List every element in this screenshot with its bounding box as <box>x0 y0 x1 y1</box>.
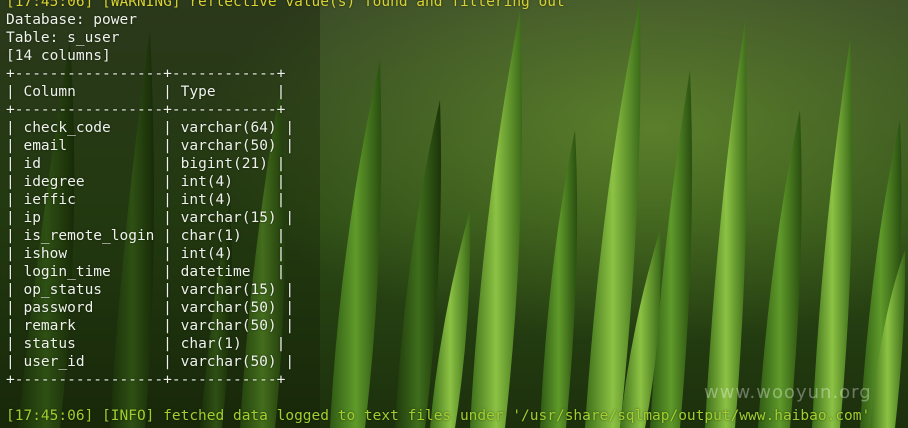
table-row: | status | char(1) | <box>6 336 286 352</box>
column-name-cell: login_time <box>23 264 111 280</box>
column-name-cell: op_status <box>23 282 103 298</box>
table-row: | ieffic | int(4) | <box>6 192 286 208</box>
column-name-cell: Column <box>23 84 76 100</box>
table-border: +-----------------+------------+ <box>6 66 286 82</box>
columns-table: +-----------------+------------+ | Column… <box>6 65 906 389</box>
column-type-cell: varchar(15) <box>180 282 277 298</box>
column-type-cell: bigint(21) <box>180 156 268 172</box>
terminal-output: [17:45:06] [WARNING] reflective value(s)… <box>6 0 906 425</box>
table-row: | ip | varchar(15) | <box>6 210 295 226</box>
table-header-row: | Column | Type | <box>6 84 286 100</box>
column-type-cell: varchar(50) <box>180 300 277 316</box>
table-row: | user_id | varchar(50) | <box>6 354 295 370</box>
column-name-cell: status <box>23 336 76 352</box>
column-name-cell: check_code <box>23 120 111 136</box>
column-name-cell: remark <box>23 318 76 334</box>
column-name-cell: password <box>23 300 94 316</box>
warning-log-line: [17:45:06] [WARNING] reflective value(s)… <box>6 0 565 10</box>
column-type-cell: varchar(50) <box>180 138 277 154</box>
info-log-line: [17:45:06] [INFO] fetched data logged to… <box>6 408 871 424</box>
column-type-cell: varchar(15) <box>180 210 277 226</box>
table-name-line: Table: s_user <box>6 30 120 46</box>
column-name-cell: user_id <box>23 354 85 370</box>
table-row: | login_time | datetime | <box>6 264 286 280</box>
database-line: Database: power <box>6 12 137 28</box>
column-type-cell: int(4) <box>180 174 233 190</box>
column-name-cell: idegree <box>23 174 85 190</box>
column-type-cell: datetime <box>180 264 251 280</box>
column-type-cell: varchar(64) <box>180 120 277 136</box>
column-type-cell: char(1) <box>180 336 242 352</box>
column-name-cell: ieffic <box>23 192 76 208</box>
column-type-cell: Type <box>180 84 216 100</box>
table-row: | is_remote_login | char(1) | <box>6 228 286 244</box>
column-name-cell: ip <box>23 210 41 226</box>
columns-count-line: [14 columns] <box>6 48 111 64</box>
column-type-cell: varchar(50) <box>180 318 277 334</box>
column-name-cell: id <box>23 156 41 172</box>
table-row: | email | varchar(50) | <box>6 138 295 154</box>
column-name-cell: email <box>23 138 68 154</box>
watermark: www.wooyun.org <box>704 382 872 403</box>
table-row: | idegree | int(4) | <box>6 174 286 190</box>
table-row: | check_code | varchar(64) | <box>6 120 295 136</box>
table-row: | ishow | int(4) | <box>6 246 286 262</box>
column-type-cell: char(1) <box>180 228 242 244</box>
column-type-cell: int(4) <box>180 192 234 208</box>
table-row: | op_status | varchar(15) | <box>6 282 295 298</box>
table-border: +-----------------+------------+ <box>6 102 286 118</box>
column-name-cell: is_remote_login <box>23 228 155 244</box>
column-name-cell: ishow <box>23 246 68 262</box>
table-row: | remark | varchar(50) | <box>6 318 295 334</box>
table-row: | password | varchar(50) | <box>6 300 295 316</box>
column-type-cell: int(4) <box>180 246 234 262</box>
table-row: | id | bigint(21) | <box>6 156 286 172</box>
column-type-cell: varchar(50) <box>180 354 277 370</box>
